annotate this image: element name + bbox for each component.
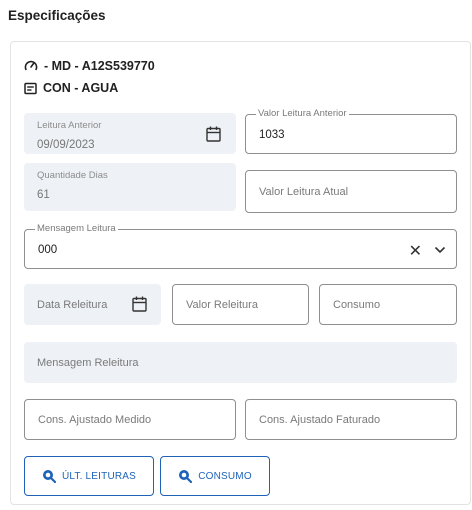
cons-ajustado-medido-field[interactable]: Cons. Ajustado Medido bbox=[24, 399, 236, 440]
card-icon bbox=[24, 82, 37, 94]
consumo-placeholder: Consumo bbox=[333, 298, 381, 311]
valor-leitura-atual-placeholder: Valor Leitura Atual bbox=[259, 185, 349, 198]
cons-ajustado-medido-placeholder: Cons. Ajustado Medido bbox=[38, 413, 152, 426]
ultimas-leituras-label: ÚLT. LEITURAS bbox=[61, 470, 137, 482]
leitura-anterior-value: 09/09/2023 bbox=[37, 139, 95, 151]
mensagem-leitura-select[interactable]: Mensagem Leitura 000 ✕ bbox=[24, 223, 457, 269]
type-label: CON - AGUA bbox=[43, 81, 119, 95]
clear-icon[interactable]: ✕ bbox=[409, 244, 422, 260]
data-releitura-placeholder: Data Releitura bbox=[37, 298, 108, 311]
leitura-anterior-label: Leitura Anterior bbox=[37, 120, 102, 131]
cons-ajustado-faturado-placeholder: Cons. Ajustado Faturado bbox=[259, 413, 381, 426]
valor-leitura-anterior-label: Valor Leitura Anterior bbox=[256, 108, 349, 120]
quantidade-dias-field[interactable]: Quantidade Dias 61 bbox=[24, 163, 236, 211]
quantidade-dias-label: Quantidade Dias bbox=[37, 170, 108, 181]
mensagem-leitura-value: 000 bbox=[38, 244, 58, 256]
ultimas-leituras-button[interactable]: ÚLT. LEITURAS bbox=[24, 456, 154, 496]
consumo-button[interactable]: CONSUMO bbox=[160, 456, 270, 496]
meter-label: - MD - A12S539770 bbox=[44, 59, 155, 73]
valor-leitura-anterior-field[interactable]: Valor Leitura Anterior 1033 bbox=[245, 108, 457, 154]
leitura-anterior-field[interactable]: Leitura Anterior 09/09/2023 bbox=[24, 113, 236, 154]
mensagem-leitura-label: Mensagem Leitura bbox=[35, 223, 118, 235]
consumo-field[interactable]: Consumo bbox=[319, 284, 457, 325]
section-title: Especificações bbox=[8, 8, 106, 23]
quantidade-dias-value: 61 bbox=[37, 189, 50, 201]
valor-leitura-anterior-value: 1033 bbox=[259, 129, 285, 141]
mensagem-releitura-placeholder: Mensagem Releitura bbox=[37, 356, 139, 369]
search-icon bbox=[179, 470, 193, 483]
gauge-icon bbox=[24, 60, 38, 71]
meter-line: - MD - A12S539770 bbox=[24, 59, 155, 73]
mensagem-releitura-field[interactable]: Mensagem Releitura bbox=[24, 342, 457, 383]
search-icon bbox=[42, 470, 56, 483]
cons-ajustado-faturado-field[interactable]: Cons. Ajustado Faturado bbox=[245, 399, 457, 440]
valor-releitura-field[interactable]: Valor Releitura bbox=[172, 284, 309, 325]
consumo-button-label: CONSUMO bbox=[198, 470, 252, 482]
data-releitura-field[interactable]: Data Releitura bbox=[24, 284, 161, 325]
type-line: CON - AGUA bbox=[24, 81, 118, 95]
calendar-icon[interactable] bbox=[132, 296, 147, 312]
calendar-icon[interactable] bbox=[206, 126, 221, 142]
chevron-down-icon[interactable] bbox=[434, 246, 446, 254]
valor-leitura-atual-field[interactable]: Valor Leitura Atual bbox=[245, 170, 457, 213]
valor-releitura-placeholder: Valor Releitura bbox=[186, 298, 258, 311]
